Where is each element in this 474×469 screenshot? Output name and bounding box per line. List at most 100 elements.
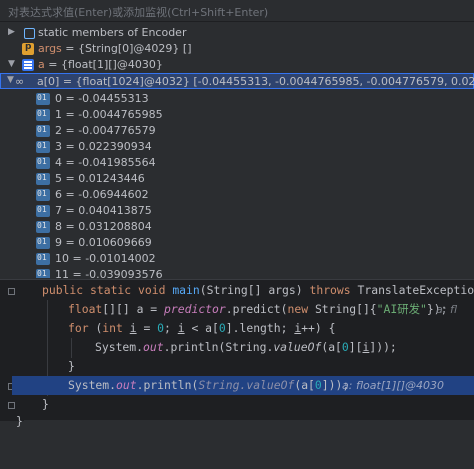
code-token: main	[172, 283, 199, 297]
code-token: out	[143, 340, 164, 354]
array-element-text: 1 = -0.0044765985	[55, 108, 163, 121]
primitive-value-icon	[36, 269, 50, 278]
code-line[interactable]: }	[0, 357, 474, 376]
code-token: 0	[342, 340, 349, 354]
primitive-value-icon	[36, 173, 50, 185]
variables-panel: ▶ static members of Encoder args = {Stri…	[0, 22, 474, 278]
variable-name-a: a	[38, 58, 45, 71]
evaluate-expression-placeholder: 对表达式求值(Enter)或添加监视(Ctrl+Shift+Enter)	[8, 4, 268, 20]
code-token: ++) {	[301, 321, 335, 335]
static-members-label: static members of Encoder	[38, 26, 186, 39]
code-line[interactable]: for (int i = 0; i < a[0].length; i++) {	[0, 319, 474, 338]
code-token: public static void	[42, 283, 172, 297]
code-token: ][	[349, 340, 363, 354]
evaluate-expression-bar[interactable]: 对表达式求值(Enter)或添加监视(Ctrl+Shift+Enter)	[0, 0, 474, 22]
code-token: for	[68, 321, 95, 335]
code-line-current-execution[interactable]: System.out.println(String.valueOf(a[0]))…	[12, 376, 474, 395]
array-element-text: 4 = -0.041985564	[55, 156, 156, 169]
array-element-row[interactable]: 0 = -0.04455313	[0, 91, 474, 107]
variable-value-a0: = {float[1024]@4032} [-0.04455313, -0.00…	[63, 75, 474, 88]
primitive-value-icon	[36, 205, 50, 217]
tree-row-a[interactable]: ▼ a = {float[1][]@4030}	[0, 57, 474, 73]
code-token: (a[	[321, 340, 342, 354]
array-element-text: 5 = 0.01243446	[55, 172, 145, 185]
array-element-row[interactable]: 6 = -0.06944602	[0, 187, 474, 203]
code-token: 0	[157, 321, 164, 335]
primitive-value-icon	[36, 221, 50, 233]
array-element-row[interactable]: 1 = -0.0044765985	[0, 107, 474, 123]
array-icon	[22, 59, 34, 71]
code-token: int	[102, 321, 129, 335]
array-element-text: 10 = -0.01014002	[55, 252, 156, 265]
watch-glasses-icon: ∞	[15, 75, 24, 88]
code-token: i	[178, 321, 185, 335]
code-token: }	[68, 357, 75, 376]
code-token: TranslateException {	[358, 283, 474, 297]
chevron-down-icon[interactable]: ▼	[8, 59, 18, 69]
primitive-value-icon	[36, 157, 50, 169]
code-line[interactable]: float[][] a = predictor.predict(new Stri…	[0, 300, 474, 319]
array-element-row[interactable]: 8 = 0.031208804	[0, 219, 474, 235]
code-token: ;	[164, 321, 178, 335]
code-token: String[]{	[315, 302, 377, 316]
array-element-text: 9 = 0.010609669	[55, 236, 152, 249]
array-element-row[interactable]: 2 = -0.004776579	[0, 123, 474, 139]
code-token: "AI研发"	[377, 302, 427, 316]
code-token: predictor	[164, 302, 226, 316]
code-token: i	[130, 321, 137, 335]
variable-value-args: = {String[0]@4029} []	[65, 42, 191, 55]
primitive-value-icon	[36, 109, 50, 121]
primitive-value-icon	[36, 125, 50, 137]
tree-row-args[interactable]: args = {String[0]@4029} []	[0, 41, 474, 57]
array-element-row[interactable]: 5 = 0.01243446	[0, 171, 474, 187]
chevron-right-icon[interactable]: ▶	[8, 27, 18, 37]
array-element-row[interactable]: 7 = 0.040413875	[0, 203, 474, 219]
primitive-value-icon	[36, 237, 50, 249]
primitive-value-icon	[36, 253, 50, 265]
parameter-icon	[22, 43, 34, 55]
code-token: 0	[219, 321, 226, 335]
inline-value-hint: a: fl	[436, 300, 457, 319]
array-element-row[interactable]: 9 = 0.010609669	[0, 235, 474, 251]
code-line[interactable]: public static void main(String[] args) t…	[0, 281, 474, 300]
code-token: =	[137, 321, 158, 335]
array-element-text: 3 = 0.022390934	[55, 140, 152, 153]
tree-row-a0-selected[interactable]: ▼ ∞ a[0] = {float[1024]@4032} [-0.044553…	[0, 73, 474, 89]
array-element-row[interactable]: 4 = -0.041985564	[0, 155, 474, 171]
code-token: 0	[315, 378, 322, 392]
code-token: String.valueOf	[198, 378, 294, 392]
code-token: .predict(	[226, 302, 288, 316]
array-element-text: 6 = -0.06944602	[55, 188, 149, 201]
code-token: float	[68, 302, 102, 316]
code-editor[interactable]: public static void main(String[] args) t…	[0, 279, 474, 420]
code-token: (String[] args)	[200, 283, 310, 297]
primitive-value-icon	[36, 189, 50, 201]
tree-row-static-members[interactable]: ▶ static members of Encoder	[0, 25, 474, 41]
code-token: .println(String.	[164, 340, 274, 354]
array-element-row[interactable]: 3 = 0.022390934	[0, 139, 474, 155]
code-token: < a[	[185, 321, 219, 335]
code-token: ]));	[369, 340, 396, 354]
primitive-value-icon	[36, 141, 50, 153]
array-element-row[interactable]: 10 = -0.01014002	[0, 251, 474, 267]
array-element-row[interactable]: 11 = -0.039093576	[0, 267, 474, 278]
primitive-value-icon	[36, 93, 50, 105]
variable-name-args: args	[38, 42, 62, 55]
code-token: [][] a =	[102, 302, 164, 316]
code-token: }	[16, 412, 23, 431]
variable-value-a: = {float[1][]@4030}	[48, 58, 163, 71]
code-token: new	[288, 302, 315, 316]
inline-value-hint: a: float[1][]@4030	[342, 376, 444, 395]
code-token: (a[	[294, 378, 315, 392]
array-element-text: 2 = -0.004776579	[55, 124, 156, 137]
code-line[interactable]: System.out.println(String.valueOf(a[0][i…	[0, 338, 474, 357]
array-element-text: 8 = 0.031208804	[55, 220, 152, 233]
code-token: throws	[309, 283, 357, 297]
variable-name-a0: a[0]	[37, 75, 59, 88]
code-token: out	[116, 378, 137, 392]
array-element-text: 7 = 0.040413875	[55, 204, 152, 217]
array-element-text: 0 = -0.04455313	[55, 92, 149, 105]
array-element-text: 11 = -0.039093576	[55, 268, 163, 278]
code-token: valueOf	[273, 340, 321, 354]
code-line[interactable]: }	[0, 412, 474, 431]
